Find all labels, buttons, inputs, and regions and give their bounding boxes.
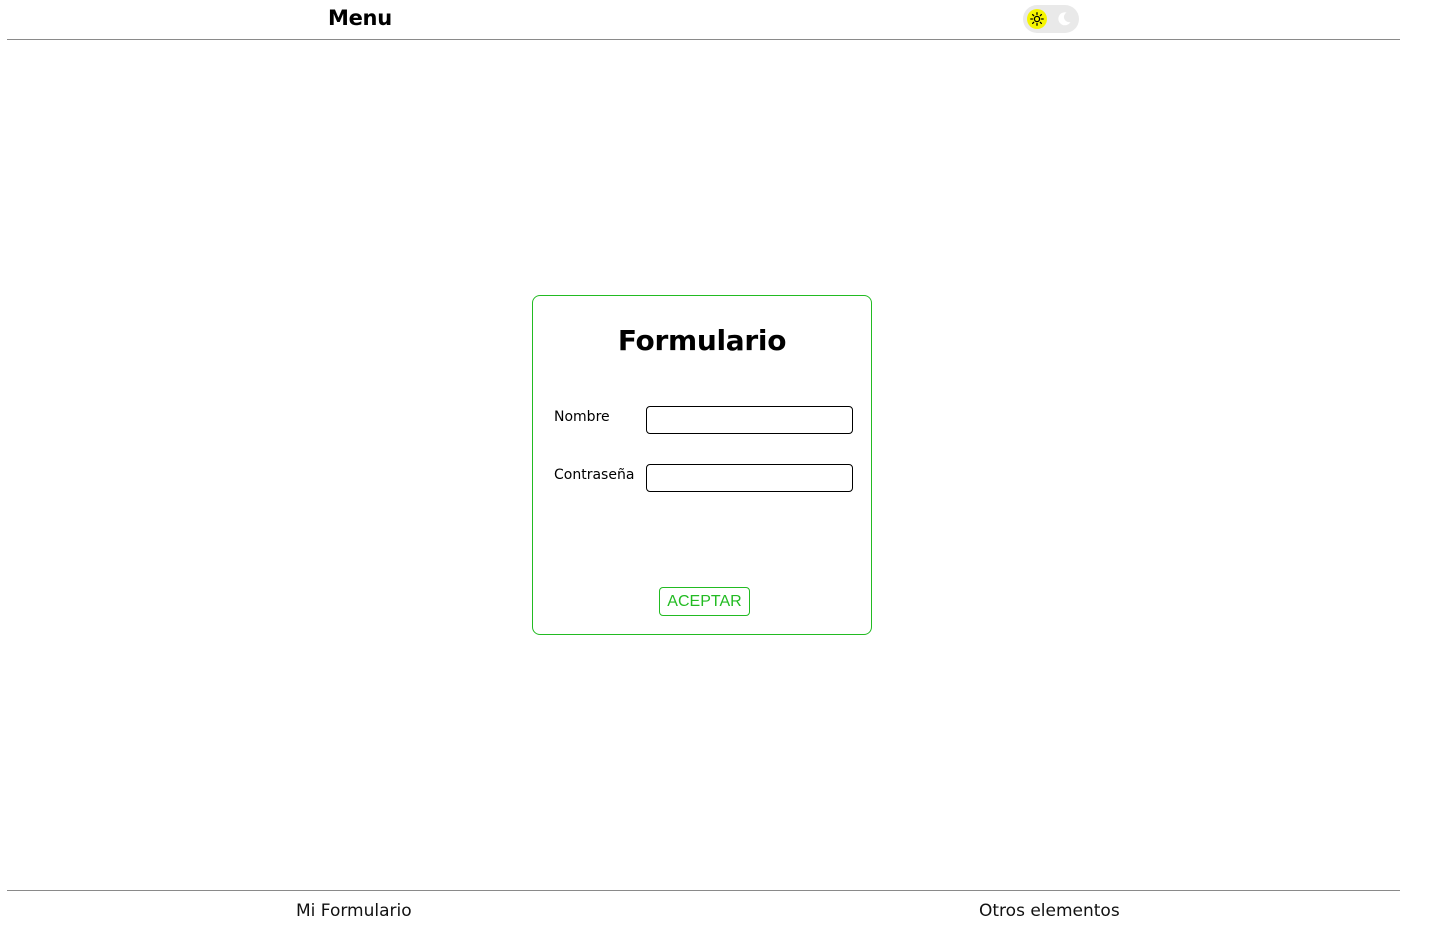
form-title: Formulario bbox=[617, 324, 787, 357]
sun-icon bbox=[1030, 12, 1044, 26]
menu-title[interactable]: Menu bbox=[328, 6, 392, 30]
toggle-knob bbox=[1027, 9, 1047, 29]
otros-elementos-link[interactable]: Otros elementos bbox=[979, 901, 1120, 921]
nombre-label: Nombre bbox=[554, 409, 610, 425]
mi-formulario-link[interactable]: Mi Formulario bbox=[296, 901, 412, 921]
theme-toggle[interactable] bbox=[1023, 5, 1079, 33]
login-form-card: Formulario Nombre Contraseña ACEPTAR bbox=[532, 295, 872, 635]
moon-icon bbox=[1058, 12, 1071, 26]
bottom-navbar: Mi Formulario Otros elementos bbox=[7, 890, 1400, 926]
aceptar-button[interactable]: ACEPTAR bbox=[659, 587, 750, 616]
contrasena-label: Contraseña bbox=[554, 467, 635, 483]
top-navbar: Menu bbox=[7, 0, 1400, 40]
nombre-input[interactable] bbox=[646, 406, 853, 434]
contrasena-input[interactable] bbox=[646, 464, 853, 492]
